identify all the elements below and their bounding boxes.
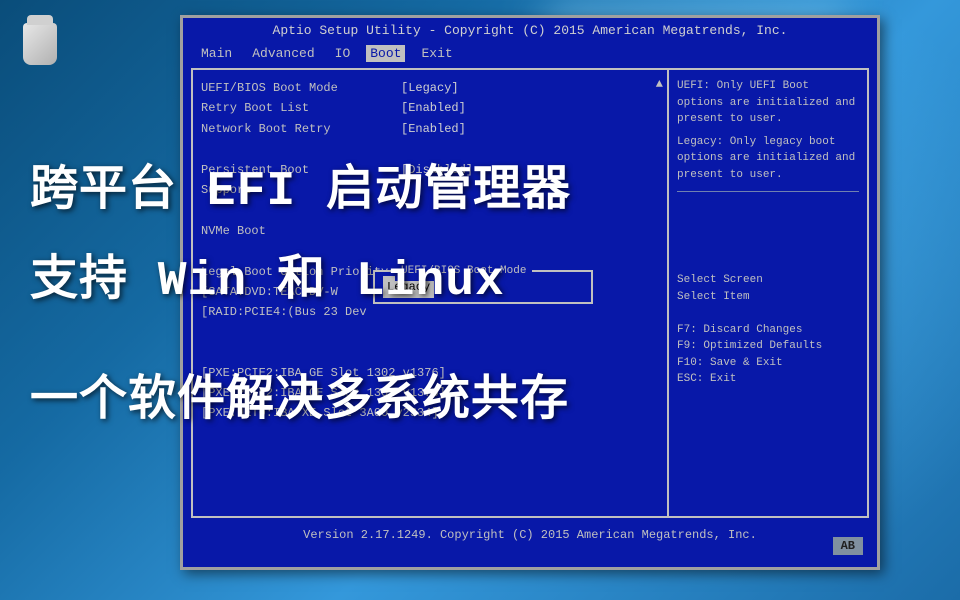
tab-advanced[interactable]: Advanced <box>248 45 318 62</box>
trash-icon <box>19 15 61 65</box>
tab-boot[interactable]: Boot <box>366 45 405 62</box>
recycle-bin-icon[interactable] <box>15 15 65 65</box>
scroll-up-icon[interactable]: ▲ <box>656 74 663 94</box>
overlay-line-2: 支持 Win 和 Linux <box>30 245 505 319</box>
setting-retry-boot[interactable]: Retry Boot List[Enabled] <box>201 98 659 118</box>
help-key-f10: F10: Save & Exit <box>677 355 859 372</box>
bios-help-panel: UEFI: Only UEFI Boot options are initial… <box>669 68 869 518</box>
overlay-line-3: 一个软件解决多系统共存 <box>30 365 569 439</box>
bios-tab-bar: Main Advanced IO Boot Exit <box>183 43 877 64</box>
bios-badge: AB <box>833 537 863 555</box>
bios-title: Aptio Setup Utility - Copyright (C) 2015… <box>183 18 877 43</box>
help-key-item: Select Item <box>677 289 859 306</box>
help-divider <box>677 191 859 192</box>
tab-main[interactable]: Main <box>197 45 236 62</box>
help-key-esc: ESC: Exit <box>677 371 859 388</box>
help-description-legacy: Legacy: Only legacy boot options are ini… <box>677 134 859 184</box>
overlay-line-1: 跨平台 EFI 启动管理器 <box>30 155 571 229</box>
setting-boot-mode[interactable]: UEFI/BIOS Boot Mode[Legacy] <box>201 78 659 98</box>
help-key-f9: F9: Optimized Defaults <box>677 338 859 355</box>
tab-exit[interactable]: Exit <box>417 45 456 62</box>
help-key-f7: F7: Discard Changes <box>677 322 859 339</box>
help-description-uefi: UEFI: Only UEFI Boot options are initial… <box>677 78 859 128</box>
setting-network-retry[interactable]: Network Boot Retry[Enabled] <box>201 119 659 139</box>
bios-footer: Version 2.17.1249. Copyright (C) 2015 Am… <box>183 522 877 548</box>
tab-io[interactable]: IO <box>331 45 355 62</box>
help-key-screen: Select Screen <box>677 272 859 289</box>
